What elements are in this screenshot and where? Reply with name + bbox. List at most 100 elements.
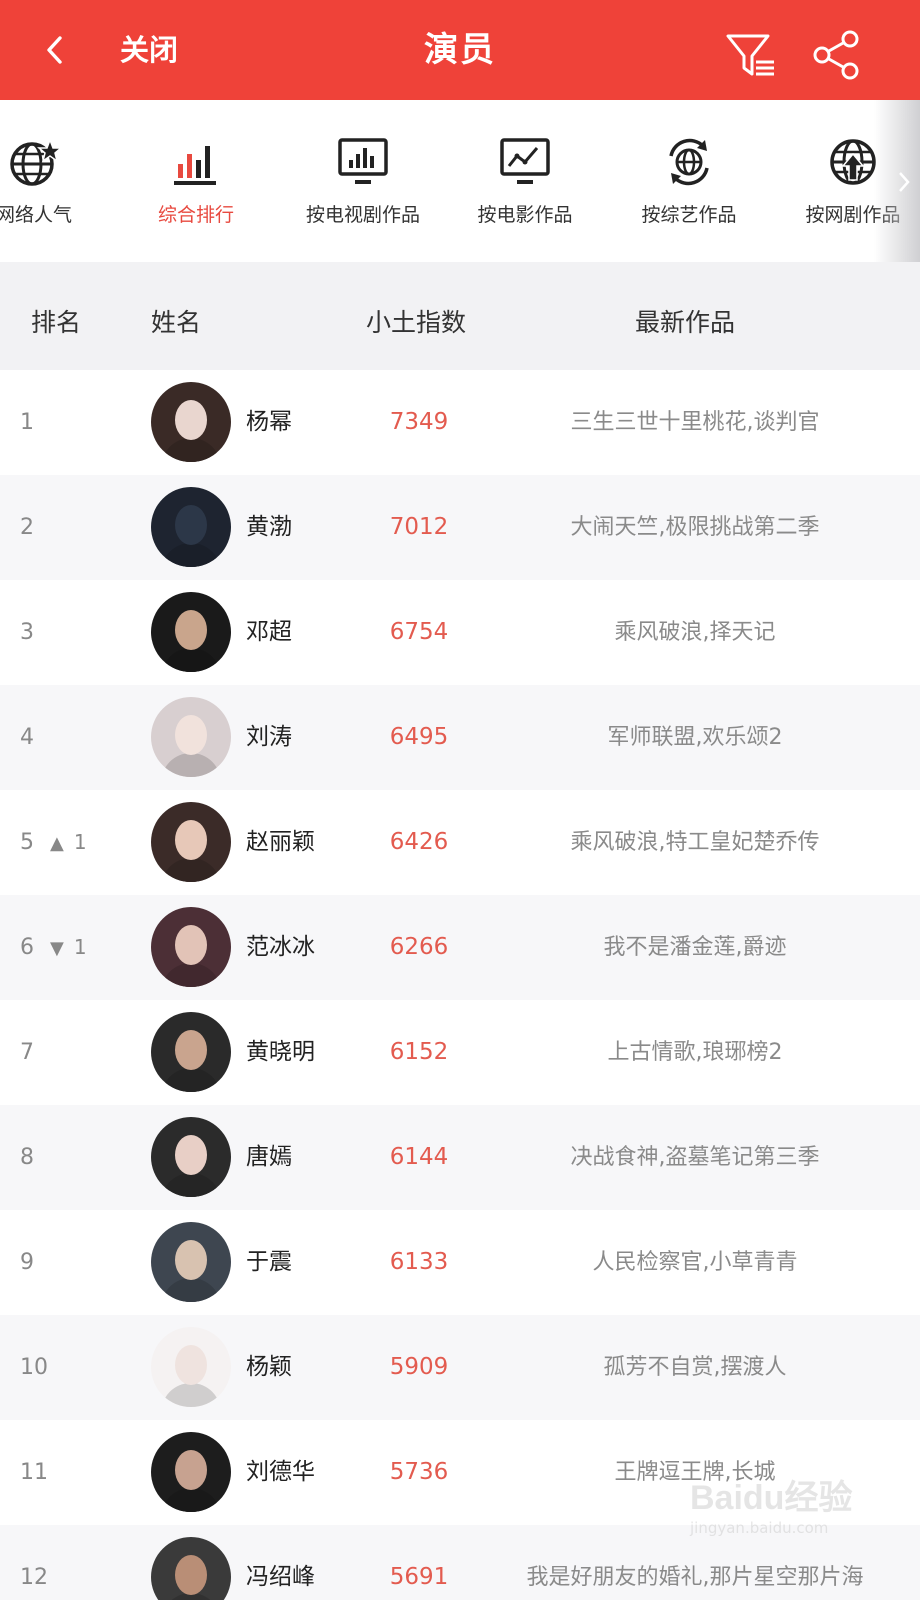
index-score: 6754	[389, 619, 449, 645]
avatar[interactable]	[151, 1117, 231, 1197]
share-button[interactable]	[808, 26, 866, 84]
actor-name[interactable]: 赵丽颖	[246, 790, 315, 895]
table-row[interactable]: 11 刘德华 5736 王牌逗王牌,长城	[0, 1420, 920, 1525]
table-row[interactable]: 10 杨颖 5909 孤芳不自赏,摆渡人	[0, 1315, 920, 1420]
table-row[interactable]: 2 黄渤 7012 大闹天竺,极限挑战第二季	[0, 475, 920, 580]
table-row[interactable]: 7 黄晓明 6152 上古情歌,琅琊榜2	[0, 1000, 920, 1105]
rank-change	[50, 1000, 60, 1106]
category-label: 按综艺作品	[641, 204, 737, 226]
avatar-face	[175, 820, 207, 860]
rank-change-value: 1	[73, 935, 87, 959]
category-tab-variety-works[interactable]: 按综艺作品	[609, 134, 769, 228]
avatar[interactable]	[151, 487, 231, 567]
index-score: 6152	[389, 1039, 449, 1065]
rank-number: 12	[20, 1565, 48, 1590]
avatar-body	[161, 1488, 221, 1512]
latest-works[interactable]: 大闹天竺,极限挑战第二季	[520, 475, 870, 580]
index-score: 6144	[389, 1144, 449, 1170]
rank-change: ▼ 1	[50, 895, 87, 1001]
category-label: 网络人气	[0, 204, 72, 226]
rank-number: 3	[20, 620, 34, 645]
avatar[interactable]	[151, 592, 231, 672]
index-score: 6426	[389, 829, 449, 855]
monitor-trend-icon	[500, 138, 550, 184]
table-row[interactable]: 3 邓超 6754 乘风破浪,择天记	[0, 580, 920, 685]
latest-works[interactable]: 乘风破浪,特工皇妃楚乔传	[520, 790, 870, 895]
actor-name[interactable]: 刘涛	[246, 685, 292, 790]
avatar[interactable]	[151, 1327, 231, 1407]
actor-name[interactable]: 唐嫣	[246, 1105, 292, 1210]
rank-change	[50, 1420, 60, 1526]
avatar[interactable]	[151, 1432, 231, 1512]
latest-works[interactable]: 王牌逗王牌,长城	[520, 1420, 870, 1525]
avatar[interactable]	[151, 907, 231, 987]
latest-works[interactable]: 我是好朋友的婚礼,那片星空那片海	[520, 1525, 870, 1600]
actor-name[interactable]: 杨颖	[246, 1315, 292, 1420]
tv-chart-icon	[338, 138, 388, 184]
category-tab-movie-works[interactable]: 按电影作品	[445, 134, 605, 228]
latest-works[interactable]: 我不是潘金莲,爵迹	[520, 895, 870, 1000]
latest-works[interactable]: 孤芳不自赏,摆渡人	[520, 1315, 870, 1420]
avatar[interactable]	[151, 697, 231, 777]
latest-works[interactable]: 三生三世十里桃花,谈判官	[520, 370, 870, 475]
table-row[interactable]: 8 唐嫣 6144 决战食神,盗墓笔记第三季	[0, 1105, 920, 1210]
filter-button[interactable]	[724, 28, 778, 82]
rank-change	[50, 1315, 60, 1421]
index-score: 6133	[389, 1249, 449, 1275]
column-header-latest-works: 最新作品	[635, 308, 736, 337]
column-header-index: 小土指数	[366, 308, 467, 337]
avatar-face	[175, 1450, 207, 1490]
avatar-body	[161, 1278, 221, 1302]
category-tab-tv-works[interactable]: 按电视剧作品	[283, 134, 443, 228]
table-row[interactable]: 9 于震 6133 人民检察官,小草青青	[0, 1210, 920, 1315]
avatar-face	[175, 1030, 207, 1070]
actor-name[interactable]: 范冰冰	[246, 895, 315, 1000]
rank-change	[50, 370, 60, 476]
avatar-face	[175, 1345, 207, 1385]
avatar[interactable]	[151, 1012, 231, 1092]
category-tab-network-popularity[interactable]: 网络人气	[0, 134, 114, 228]
avatar[interactable]	[151, 382, 231, 462]
column-header-name: 姓名	[151, 308, 202, 337]
avatar-body	[161, 963, 221, 987]
avatar[interactable]	[151, 802, 231, 882]
scroll-right-button[interactable]	[894, 170, 914, 194]
avatar-face	[175, 925, 207, 965]
table-row[interactable]: 5 ▲ 1 赵丽颖 6426 乘风破浪,特工皇妃楚乔传	[0, 790, 920, 895]
index-score: 5736	[389, 1459, 449, 1485]
avatar-body	[161, 1383, 221, 1407]
actor-name[interactable]: 黄渤	[246, 475, 292, 580]
rank-number: 5	[20, 830, 34, 855]
index-score: 6495	[389, 724, 449, 750]
table-row[interactable]: 6 ▼ 1 范冰冰 6266 我不是潘金莲,爵迹	[0, 895, 920, 1000]
top-header: 关闭 演员	[0, 0, 920, 100]
actor-name[interactable]: 邓超	[246, 580, 292, 685]
rank-number: 11	[20, 1460, 48, 1485]
actor-name[interactable]: 杨幂	[246, 370, 292, 475]
avatar-body	[161, 1068, 221, 1092]
avatar[interactable]	[151, 1537, 231, 1600]
rank-number: 7	[20, 1040, 34, 1065]
table-row[interactable]: 12 冯绍峰 5691 我是好朋友的婚礼,那片星空那片海	[0, 1525, 920, 1600]
avatar-face	[175, 610, 207, 650]
latest-works[interactable]: 人民检察官,小草青青	[520, 1210, 870, 1315]
globe-star-icon	[10, 137, 62, 186]
actor-name[interactable]: 黄晓明	[246, 1000, 315, 1105]
index-score: 5909	[389, 1354, 449, 1380]
latest-works[interactable]: 决战食神,盗墓笔记第三季	[520, 1105, 870, 1210]
actor-name[interactable]: 刘德华	[246, 1420, 315, 1525]
table-row[interactable]: 1 杨幂 7349 三生三世十里桃花,谈判官	[0, 370, 920, 475]
category-tab-overall-ranking[interactable]: 综合排行	[116, 134, 276, 228]
latest-works[interactable]: 军师联盟,欢乐颂2	[520, 685, 870, 790]
avatar-body	[161, 438, 221, 462]
table-row[interactable]: 4 刘涛 6495 军师联盟,欢乐颂2	[0, 685, 920, 790]
rank-number: 10	[20, 1355, 48, 1380]
avatar-face	[175, 1555, 207, 1595]
actor-name[interactable]: 冯绍峰	[246, 1525, 315, 1600]
actor-name[interactable]: 于震	[246, 1210, 292, 1315]
avatar[interactable]	[151, 1222, 231, 1302]
rank-number: 9	[20, 1250, 34, 1275]
latest-works[interactable]: 上古情歌,琅琊榜2	[520, 1000, 870, 1105]
rank-change	[50, 475, 60, 581]
latest-works[interactable]: 乘风破浪,择天记	[520, 580, 870, 685]
